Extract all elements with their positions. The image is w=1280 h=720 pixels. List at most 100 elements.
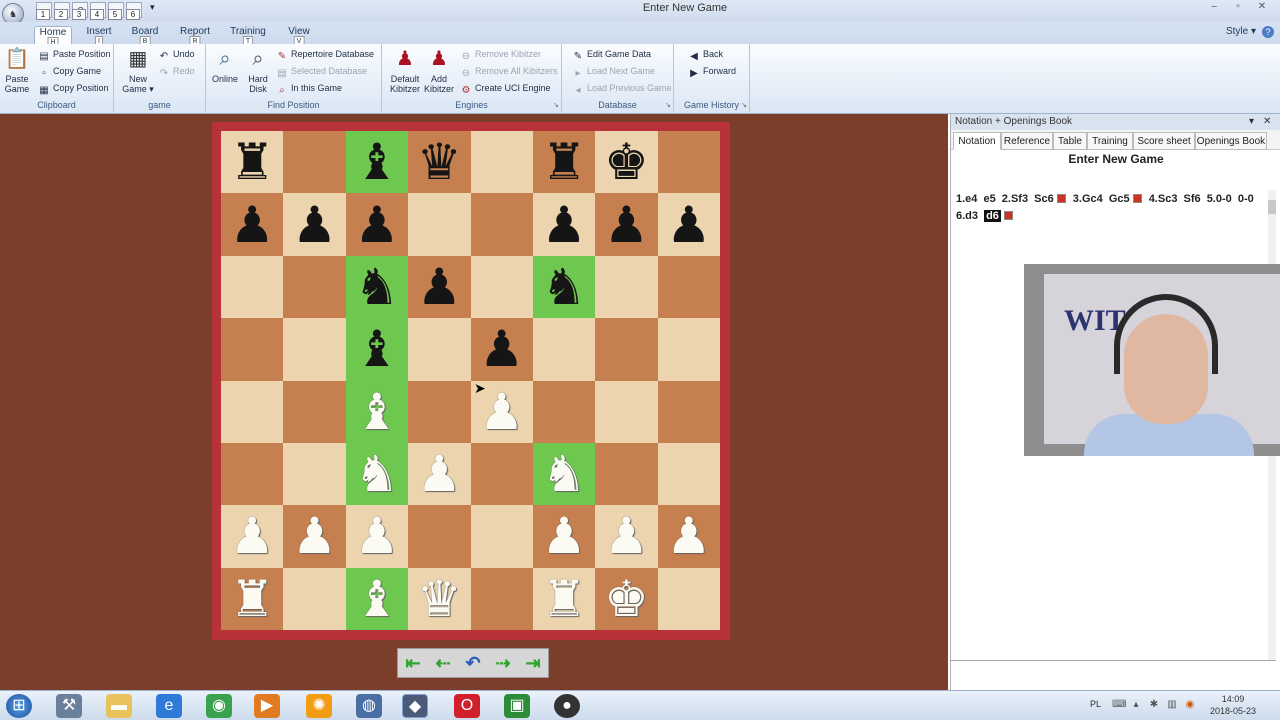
database-launcher-icon[interactable]: ↘ — [665, 101, 671, 109]
square-f3[interactable]: ♞ — [532, 442, 596, 506]
white-knight-icon[interactable]: ♞ — [542, 449, 587, 499]
opera-icon[interactable]: O — [454, 694, 480, 718]
square-a7[interactable]: ♟ — [221, 193, 284, 256]
white-queen-icon[interactable]: ♛ — [417, 574, 462, 624]
folder-icon[interactable]: ▬ — [106, 694, 132, 718]
clock[interactable]: 14:09 2018-05-23 — [1208, 693, 1258, 717]
square-e6[interactable] — [470, 255, 533, 319]
square-g1[interactable]: ♚ — [595, 567, 658, 630]
square-b5[interactable] — [283, 318, 346, 381]
square-h5[interactable] — [657, 318, 720, 381]
remove-all-kibitzers-button[interactable]: ⊖ Remove All Kibitzers — [460, 63, 558, 80]
tab-training[interactable]: Training T — [226, 26, 270, 47]
tray-arrow-icon[interactable]: ▴ — [1130, 699, 1142, 711]
chrome-icon[interactable]: ◉ — [206, 694, 232, 718]
internet-explorer-icon[interactable]: e — [156, 694, 182, 718]
square-b6[interactable] — [283, 255, 346, 319]
copy-position-button[interactable]: ▦ Copy Position — [38, 80, 108, 97]
move[interactable]: 5.0-0 — [1207, 193, 1232, 205]
square-c3[interactable]: ♞ — [345, 442, 409, 506]
black-pawn-icon[interactable]: ♟ — [666, 200, 711, 250]
add-kibitzer-button[interactable]: ♟ Add Kibitzer — [422, 46, 456, 94]
square-g7[interactable]: ♟ — [595, 193, 658, 256]
square-b3[interactable] — [283, 442, 346, 506]
game-history-launcher-icon[interactable]: ↘ — [741, 101, 747, 109]
square-f5[interactable] — [532, 318, 596, 381]
square-c8[interactable]: ♝ — [345, 131, 409, 194]
tab-insert[interactable]: Insert I — [82, 26, 116, 47]
white-rook-icon[interactable]: ♜ — [542, 574, 587, 624]
network-icon[interactable]: ▥ — [1166, 699, 1178, 711]
pane-close-icon[interactable]: ✕ — [1263, 114, 1271, 130]
white-pawn-icon[interactable]: ♟ — [542, 511, 587, 561]
tab-table[interactable]: Table — [1053, 132, 1087, 150]
tab-board[interactable]: Board B — [128, 26, 162, 47]
square-h1[interactable] — [657, 567, 720, 630]
terminal-icon[interactable]: ▣ — [504, 694, 530, 718]
square-c5[interactable]: ♝ — [345, 318, 409, 381]
black-knight-icon[interactable]: ♞ — [355, 262, 400, 312]
move[interactable]: 4.Sc3 — [1149, 193, 1178, 205]
square-d8[interactable]: ♛ — [408, 131, 471, 194]
square-e1[interactable] — [470, 567, 533, 630]
tab-report[interactable]: Report R — [176, 26, 214, 47]
move[interactable]: Sc6 — [1034, 193, 1054, 205]
black-bishop-icon[interactable]: ♝ — [355, 324, 400, 374]
square-b1[interactable] — [283, 567, 346, 630]
undo-button[interactable]: ↶ Undo — [158, 46, 195, 63]
tab-score-sheet[interactable]: Score sheet — [1133, 132, 1195, 150]
square-d7[interactable] — [408, 193, 471, 256]
black-pawn-icon[interactable]: ♟ — [417, 262, 462, 312]
tab-view[interactable]: View V — [282, 26, 316, 47]
black-pawn-icon[interactable]: ♟ — [542, 200, 587, 250]
black-rook-icon[interactable]: ♜ — [542, 137, 587, 187]
black-pawn-icon[interactable]: ♟ — [479, 324, 524, 374]
chessbase-icon[interactable]: ◆ — [402, 694, 428, 718]
square-d3[interactable]: ♟ — [408, 442, 471, 506]
square-e7[interactable] — [470, 193, 533, 256]
white-pawn-icon[interactable]: ♟ — [417, 449, 462, 499]
square-e2[interactable] — [470, 505, 533, 568]
square-a3[interactable] — [221, 442, 284, 506]
square-d6[interactable]: ♟ — [408, 255, 471, 319]
black-pawn-icon[interactable]: ♟ — [355, 200, 400, 250]
move[interactable]: 6.d3 — [956, 210, 978, 222]
tools-icon[interactable]: ⚒ — [56, 694, 82, 718]
redo-button[interactable]: ↷ Redo — [158, 63, 195, 80]
in-this-game-button[interactable]: ⌕ In this Game — [276, 80, 342, 97]
square-c2[interactable]: ♟ — [345, 505, 409, 568]
hard-disk-button[interactable]: ⌕ Hard Disk — [244, 46, 272, 94]
close-button[interactable]: ✕ — [1250, 0, 1274, 16]
white-pawn-icon[interactable]: ♟ — [292, 511, 337, 561]
bluetooth-icon[interactable]: ✱ — [1148, 699, 1160, 711]
tab-training[interactable]: Training — [1087, 132, 1133, 150]
paste-position-button[interactable]: ▤ Paste Position — [38, 46, 110, 63]
square-f4[interactable] — [532, 380, 596, 443]
black-pawn-icon[interactable]: ♟ — [604, 200, 649, 250]
chessboard[interactable]: ♜ ♝ ♛ ♜ ♚ ♟ ♟ ♟ ♟ ♟ ♟ ♞ ♟ ♞ ♝ ♟ ♝ ♟ ♞ ♟ ♞ ♟ ♟ ♟ ♟ ♟ ♟ ♜ ♝ ♛ ♜ ♚ — [221, 131, 720, 630]
start-button[interactable]: ⊞ — [6, 694, 32, 718]
black-knight-icon[interactable]: ♞ — [542, 262, 587, 312]
square-f8[interactable]: ♜ — [532, 131, 596, 194]
square-a2[interactable]: ♟ — [221, 505, 284, 568]
load-next-game-button[interactable]: ▸ Load Next Game — [572, 63, 655, 80]
square-f2[interactable]: ♟ — [532, 505, 596, 568]
square-h7[interactable]: ♟ — [657, 193, 720, 256]
move[interactable]: Sf6 — [1184, 193, 1201, 205]
square-a5[interactable] — [221, 318, 284, 381]
media-player-icon[interactable]: ▶ — [254, 694, 280, 718]
black-rook-icon[interactable]: ♜ — [230, 137, 275, 187]
square-f6[interactable]: ♞ — [532, 255, 596, 319]
tab-reference[interactable]: Reference — [1001, 132, 1053, 150]
keyboard-icon[interactable]: ⌨ — [1112, 699, 1126, 711]
previous-move-button[interactable]: ⇠ — [428, 649, 458, 677]
first-move-button[interactable]: ⇤ — [398, 649, 428, 677]
square-c4[interactable]: ♝ — [345, 380, 409, 443]
square-f1[interactable]: ♜ — [532, 567, 596, 630]
square-a1[interactable]: ♜ — [221, 567, 284, 630]
load-previous-game-button[interactable]: ◂ Load Previous Game — [572, 80, 671, 97]
black-bishop-icon[interactable]: ♝ — [355, 137, 400, 187]
square-h8[interactable] — [657, 131, 720, 194]
square-b7[interactable]: ♟ — [283, 193, 346, 256]
app-icon[interactable]: ◍ — [356, 694, 382, 718]
